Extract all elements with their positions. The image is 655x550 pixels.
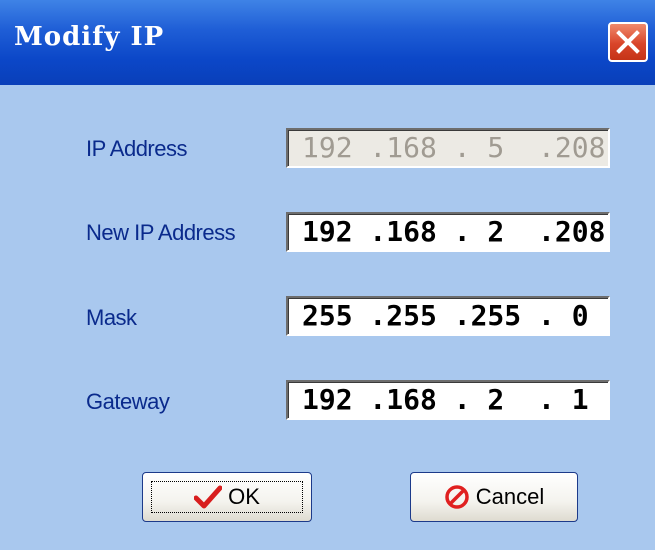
new-ip-address-label: New IP Address <box>86 220 236 245</box>
close-icon <box>616 30 640 54</box>
cancel-button[interactable]: Cancel <box>410 472 578 522</box>
cancel-label: Cancel <box>475 484 545 509</box>
prohibited-icon <box>444 484 470 510</box>
gateway-field[interactable]: 192 .168 . 2 . 1 <box>286 380 610 420</box>
window-title: Modify IP <box>14 22 165 52</box>
gateway-label: Gateway <box>86 389 170 414</box>
ip-address-field: 192 .168 . 5 .208 <box>286 128 610 168</box>
close-button[interactable] <box>608 22 648 62</box>
ip-address-label: IP Address <box>86 136 188 161</box>
new-ip-address-field[interactable]: 192 .168 . 2 .208 <box>286 212 610 252</box>
title-bar[interactable]: Modify IP <box>0 0 655 85</box>
focus-rectangle <box>151 481 303 513</box>
ok-button[interactable]: OK <box>142 472 312 522</box>
mask-label: Mask <box>86 305 137 330</box>
mask-field[interactable]: 255 .255 .255 . 0 <box>286 296 610 336</box>
